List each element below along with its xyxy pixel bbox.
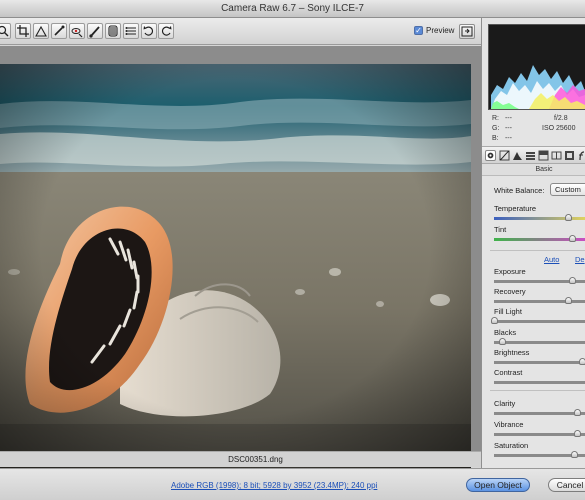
split-tone-icon[interactable] (538, 150, 549, 161)
adjustment-panel: R: --- G: --- B: --- f/2.8 ISO 25600 Bas… (481, 18, 585, 468)
auto-link[interactable]: Auto (544, 255, 559, 264)
brightness-slider[interactable] (494, 358, 585, 365)
crop-icon[interactable] (15, 23, 31, 39)
open-object-label: Open Object (474, 480, 522, 490)
exposure-info: f/2.8 ISO 25600 (542, 114, 575, 134)
bottom-bar: Adobe RGB (1998); 8 bit; 5928 by 3952 (2… (0, 468, 585, 500)
clarity-label: Clarity (494, 399, 516, 408)
tone-curve-icon[interactable] (499, 150, 510, 161)
rgb-readout: R: --- G: --- B: --- (492, 114, 516, 144)
straighten-icon[interactable] (33, 23, 49, 39)
recovery-slider[interactable] (494, 297, 585, 304)
recovery-label: Recovery (494, 287, 526, 296)
clarity-slider-thumb[interactable] (573, 409, 581, 416)
white-balance-value: Custom (555, 185, 581, 194)
fill-light-slider-thumb[interactable] (491, 317, 498, 324)
preferences-icon[interactable] (123, 23, 139, 39)
effects-icon[interactable] (564, 150, 575, 161)
image-filename-bar: DSC00351.dng (0, 451, 481, 467)
graduated-filter-icon[interactable] (105, 23, 121, 39)
vibrance-slider[interactable] (494, 430, 585, 437)
toolbar: ✓ Preview (0, 18, 481, 45)
lens-icon[interactable] (551, 150, 562, 161)
exposure-label: Exposure (494, 267, 526, 276)
rotate-cw-icon[interactable] (158, 23, 174, 39)
panel-tab-bar (482, 146, 585, 164)
exposure-slider-thumb[interactable] (568, 277, 576, 284)
section-title: Basic (482, 164, 585, 176)
preview-toggle[interactable]: ✓ Preview (414, 26, 455, 36)
exposure-slider[interactable] (494, 277, 585, 284)
iso-value: ISO 25600 (542, 125, 576, 132)
vibrance-slider-thumb[interactable] (573, 430, 581, 437)
g-label: G: (492, 125, 500, 132)
contrast-label: Contrast (494, 368, 523, 377)
histogram (488, 24, 585, 110)
basic-icon[interactable] (485, 150, 496, 161)
image-filename: DSC00351.dng (228, 455, 283, 464)
brightness-label: Brightness (494, 348, 530, 357)
preview-checkbox[interactable]: ✓ (414, 26, 423, 36)
tint-label: Tint (494, 225, 507, 234)
fill-light-slider[interactable] (491, 317, 585, 324)
image-canvas (0, 46, 481, 474)
temperature-slider-thumb[interactable] (564, 214, 572, 221)
r-label: R: (492, 115, 499, 122)
red-eye-icon[interactable] (69, 23, 85, 39)
contrast-slider[interactable] (494, 381, 585, 384)
adjustment-brush-icon[interactable] (87, 23, 103, 39)
r-value: --- (504, 115, 512, 122)
aperture-value: f/2.8 (554, 115, 568, 122)
saturation-label: Saturation (494, 441, 529, 450)
tint-slider[interactable] (494, 235, 585, 242)
workflow-options-link[interactable]: Adobe RGB (1998); 8 bit; 5928 by 3952 (2… (171, 481, 377, 490)
detail-icon[interactable] (512, 150, 523, 161)
preview-label: Preview (426, 26, 455, 35)
open-object-button[interactable]: Open Object (466, 478, 530, 492)
b-value: --- (504, 135, 512, 142)
temperature-slider[interactable] (494, 214, 585, 221)
b-label: B: (492, 135, 499, 142)
fx-icon[interactable] (577, 150, 585, 161)
fullscreen-toggle-button[interactable] (459, 24, 475, 39)
blacks-slider[interactable] (494, 338, 585, 345)
fullscreen-icon (461, 26, 473, 37)
rotate-ccw-icon[interactable] (141, 23, 157, 39)
window-title: Camera Raw 6.7 – Sony ILCE-7 (221, 3, 364, 14)
vibrance-label: Vibrance (494, 420, 524, 429)
white-balance-select[interactable]: Custom (550, 183, 585, 196)
zoom-icon[interactable] (0, 23, 11, 39)
saturation-slider[interactable] (494, 451, 585, 458)
tint-slider-thumb[interactable] (568, 235, 576, 242)
recovery-slider-thumb[interactable] (564, 297, 572, 304)
saturation-slider-thumb[interactable] (570, 451, 578, 458)
divider (490, 250, 585, 251)
g-value: --- (504, 125, 512, 132)
default-link[interactable]: De (575, 255, 585, 264)
white-balance-label: White Balance: (494, 186, 545, 195)
brightness-slider-thumb[interactable] (579, 358, 585, 365)
photo-preview (0, 64, 471, 474)
blacks-label: Blacks (494, 328, 517, 337)
blacks-slider-thumb[interactable] (498, 338, 506, 345)
window-title-bar: Camera Raw 6.7 – Sony ILCE-7 (0, 0, 585, 18)
hsl-icon[interactable] (525, 150, 536, 161)
clarity-slider[interactable] (494, 409, 585, 416)
spot-removal-icon[interactable] (51, 23, 67, 39)
temperature-label: Temperature (494, 204, 537, 213)
cancel-label: Cancel (556, 480, 584, 490)
divider (490, 390, 585, 391)
cancel-button[interactable]: Cancel (548, 478, 585, 492)
fill-light-label: Fill Light (494, 307, 522, 316)
